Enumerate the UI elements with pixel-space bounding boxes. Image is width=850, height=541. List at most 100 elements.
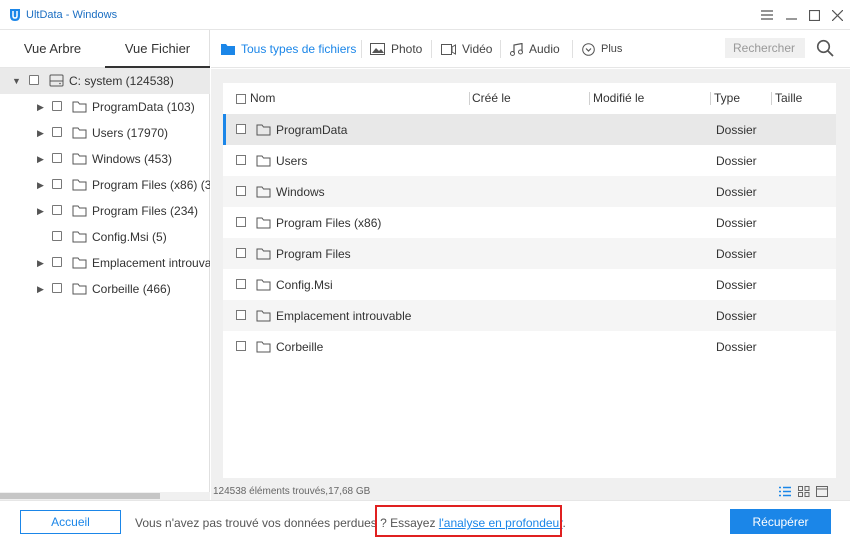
- grid-view-icon[interactable]: [798, 486, 810, 497]
- drive-icon: [49, 74, 64, 87]
- expand-arrow-icon[interactable]: ▶: [37, 102, 45, 112]
- filter-label: Plus: [601, 43, 623, 55]
- expand-arrow-icon[interactable]: ▶: [37, 128, 45, 138]
- table-row[interactable]: Corbeille Dossier: [223, 331, 836, 362]
- search-input[interactable]: Rechercher: [725, 38, 805, 58]
- column-header-size[interactable]: Taille: [775, 83, 802, 114]
- tree-item[interactable]: Config.Msi (5): [0, 224, 210, 250]
- table-row[interactable]: Config.Msi Dossier: [223, 269, 836, 300]
- expand-arrow-icon[interactable]: ▶: [37, 154, 45, 164]
- folder-icon: [72, 231, 87, 243]
- tree-item[interactable]: ▶ Program Files (x86) (32: [0, 172, 210, 198]
- row-checkbox[interactable]: [236, 186, 246, 196]
- expand-arrow-icon[interactable]: ▶: [37, 206, 45, 216]
- expand-arrow-icon[interactable]: ▶: [37, 258, 45, 268]
- table-row[interactable]: Windows Dossier: [223, 176, 836, 207]
- minimize-icon: [785, 18, 797, 20]
- filter-video[interactable]: Vidéo: [441, 41, 492, 57]
- menu-button[interactable]: [758, 6, 776, 24]
- expand-arrow-icon[interactable]: ▼: [12, 76, 21, 86]
- tree-checkbox[interactable]: [52, 101, 62, 111]
- tree-item-label: ProgramData (103): [92, 100, 195, 114]
- filter-all-types[interactable]: Tous types de fichiers: [221, 41, 356, 57]
- table-row[interactable]: Program Files Dossier: [223, 238, 836, 269]
- window-title: UltData - Windows: [26, 9, 118, 21]
- tree-item[interactable]: ▶ Corbeille (466): [0, 276, 210, 302]
- recover-button[interactable]: Récupérer: [730, 509, 831, 534]
- toolbar-divider: [572, 40, 573, 58]
- list-view-icon[interactable]: [779, 486, 791, 497]
- preview-view-icon[interactable]: [816, 486, 828, 497]
- row-type: Dossier: [716, 154, 757, 168]
- row-type: Dossier: [716, 278, 757, 292]
- tree-checkbox[interactable]: [52, 127, 62, 137]
- row-checkbox[interactable]: [236, 341, 246, 351]
- row-checkbox[interactable]: [236, 217, 246, 227]
- tree-item[interactable]: ▶ Windows (453): [0, 146, 210, 172]
- tab-file-view[interactable]: Vue Fichier: [105, 30, 210, 68]
- tree-item-root[interactable]: ▼ C: system (124538): [0, 68, 210, 94]
- column-divider[interactable]: [589, 92, 590, 105]
- minimize-button[interactable]: [782, 6, 800, 24]
- column-header-created[interactable]: Créé le: [472, 83, 511, 114]
- left-panel: Vue Arbre Vue Fichier ▼ C: system (12453…: [0, 30, 210, 500]
- tree-checkbox[interactable]: [52, 231, 62, 241]
- row-name: Config.Msi: [276, 278, 333, 292]
- folder-icon: [256, 310, 271, 322]
- table-row[interactable]: Program Files (x86) Dossier: [223, 207, 836, 238]
- expand-arrow-icon[interactable]: ▶: [37, 284, 45, 294]
- chevron-down-circle-icon: [582, 42, 595, 56]
- horizontal-scrollbar[interactable]: [0, 492, 210, 500]
- maximize-button[interactable]: [805, 6, 823, 24]
- select-all-checkbox[interactable]: [236, 94, 246, 104]
- tree-checkbox[interactable]: [52, 283, 62, 293]
- row-type: Dossier: [716, 216, 757, 230]
- row-checkbox[interactable]: [236, 279, 246, 289]
- tree-checkbox[interactable]: [52, 205, 62, 215]
- close-button[interactable]: [828, 6, 846, 24]
- tree-checkbox[interactable]: [52, 153, 62, 163]
- column-header-modified[interactable]: Modifié le: [593, 83, 644, 114]
- results-summary: 124538 éléments trouvés,17,68 GB: [213, 486, 371, 497]
- filter-more[interactable]: Plus: [582, 41, 622, 57]
- row-checkbox[interactable]: [236, 310, 246, 320]
- tab-tree-view[interactable]: Vue Arbre: [0, 30, 105, 68]
- folder-icon: [256, 155, 271, 167]
- close-icon: [831, 9, 843, 21]
- row-checkbox[interactable]: [236, 248, 246, 258]
- filter-label: Vidéo: [462, 42, 493, 56]
- filter-photo[interactable]: Photo: [370, 41, 422, 57]
- column-header-name[interactable]: Nom: [250, 83, 275, 114]
- column-divider[interactable]: [771, 92, 772, 105]
- tree-item-label: Users (17970): [92, 126, 169, 140]
- tree-item[interactable]: ▶ Emplacement introuva: [0, 250, 210, 276]
- tree-checkbox[interactable]: [52, 179, 62, 189]
- tree-checkbox[interactable]: [29, 75, 39, 85]
- column-divider[interactable]: [469, 92, 470, 105]
- folder-icon: [72, 179, 87, 191]
- tree-item[interactable]: ▶ Users (17970): [0, 120, 210, 146]
- folder-icon: [256, 217, 271, 229]
- table-row[interactable]: ProgramData Dossier: [223, 114, 836, 145]
- ultdata-logo-icon: [10, 9, 20, 21]
- photo-icon: [370, 43, 385, 55]
- table-row[interactable]: Users Dossier: [223, 145, 836, 176]
- table-row[interactable]: Emplacement introuvable Dossier: [223, 300, 836, 331]
- filter-audio[interactable]: Audio: [510, 41, 560, 57]
- tree-checkbox[interactable]: [52, 257, 62, 267]
- scrollbar-thumb[interactable]: [0, 493, 160, 499]
- filter-label: Photo: [391, 42, 423, 56]
- row-checkbox[interactable]: [236, 124, 246, 134]
- folder-icon: [256, 341, 271, 353]
- expand-arrow-icon[interactable]: ▶: [37, 180, 45, 190]
- row-checkbox[interactable]: [236, 155, 246, 165]
- file-type-toolbar: Tous types de fichiers Photo Vidéo Audio…: [211, 30, 850, 68]
- tree-item[interactable]: ▶ Program Files (234): [0, 198, 210, 224]
- home-button[interactable]: Accueil: [20, 510, 121, 534]
- search-icon[interactable]: [816, 39, 834, 57]
- tree-item[interactable]: ▶ ProgramData (103): [0, 94, 210, 120]
- column-divider[interactable]: [710, 92, 711, 105]
- column-header-type[interactable]: Type: [714, 83, 740, 114]
- view-tabs: Vue Arbre Vue Fichier: [0, 30, 210, 68]
- row-type: Dossier: [716, 309, 757, 323]
